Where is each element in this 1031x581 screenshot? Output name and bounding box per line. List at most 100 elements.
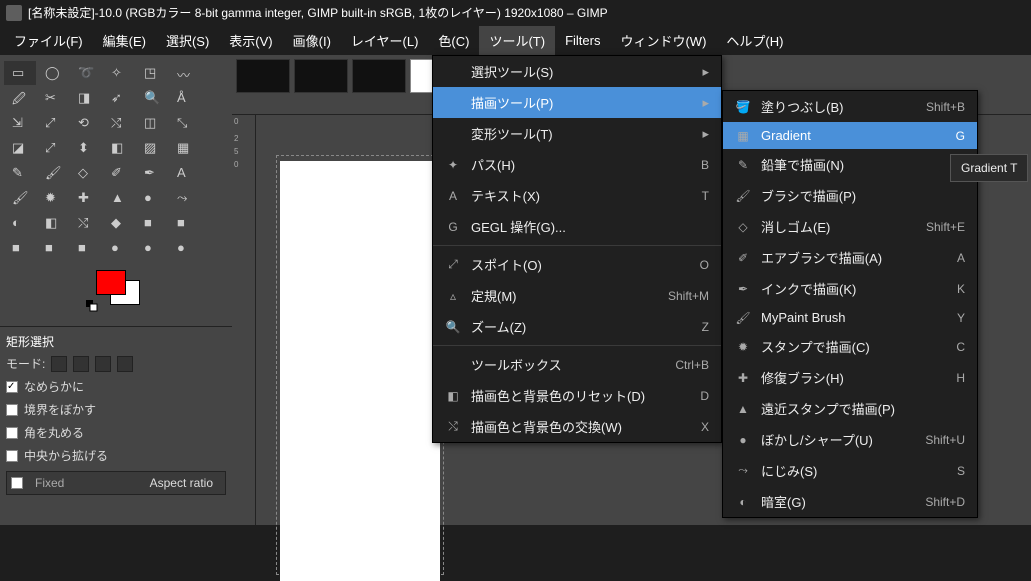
thumbnail[interactable] bbox=[294, 59, 348, 93]
tool-button[interactable]: ✧ bbox=[103, 61, 135, 85]
menubar-item[interactable]: 編集(E) bbox=[93, 26, 156, 55]
tool-button[interactable]: ✹ bbox=[37, 186, 69, 210]
option-checkbox[interactable] bbox=[6, 427, 18, 439]
menu-item[interactable]: ✐エアブラシで描画(A)A bbox=[723, 242, 977, 273]
tool-button[interactable]: 🖌 bbox=[4, 186, 36, 210]
option-checkbox[interactable] bbox=[6, 381, 18, 393]
tool-button[interactable]: ⟲ bbox=[70, 111, 102, 135]
menu-item[interactable]: 選択ツール(S)▸ bbox=[433, 56, 721, 87]
menu-item[interactable]: ▲遠近スタンプで描画(P) bbox=[723, 393, 977, 424]
menu-item[interactable]: ✚修復ブラシ(H)H bbox=[723, 362, 977, 393]
tool-button[interactable]: ▲ bbox=[103, 186, 135, 210]
mode-subtract-button[interactable] bbox=[95, 356, 111, 372]
menu-item[interactable]: ⤢スポイト(O)O bbox=[433, 249, 721, 280]
tool-button[interactable]: ✐ bbox=[103, 161, 135, 185]
menubar-item[interactable]: ウィンドウ(W) bbox=[610, 26, 716, 55]
menu-item[interactable]: ◐暗室(G)Shift+D bbox=[723, 486, 977, 517]
option-checkbox[interactable] bbox=[6, 404, 18, 416]
tool-button[interactable]: A bbox=[169, 161, 201, 185]
menubar-item[interactable]: Filters bbox=[555, 28, 610, 53]
tool-button[interactable]: 🖌 bbox=[37, 161, 69, 185]
menu-item[interactable]: 🔍ズーム(Z)Z bbox=[433, 311, 721, 342]
menu-item[interactable]: ▦GradientG bbox=[723, 122, 977, 149]
tool-button[interactable]: ■ bbox=[37, 236, 69, 260]
tool-button[interactable]: ■ bbox=[70, 236, 102, 260]
tool-button[interactable]: ◪ bbox=[4, 136, 36, 160]
menu-item[interactable]: 🖌ブラシで描画(P) bbox=[723, 180, 977, 211]
menu-item[interactable]: 描画ツール(P)▸ bbox=[433, 87, 721, 118]
thumbnail[interactable] bbox=[352, 59, 406, 93]
tool-button[interactable]: ✂ bbox=[37, 86, 69, 110]
menubar-item[interactable]: レイヤー(L) bbox=[341, 26, 429, 55]
menu-item[interactable]: ✦パス(H)B bbox=[433, 149, 721, 180]
menubar-item[interactable]: 色(C) bbox=[428, 26, 479, 55]
tool-button[interactable]: ● bbox=[136, 236, 168, 260]
tool-button[interactable]: ⤢ bbox=[37, 111, 69, 135]
canvas[interactable] bbox=[280, 161, 440, 581]
tool-button[interactable]: ◨ bbox=[70, 86, 102, 110]
tool-button[interactable]: 🖉 bbox=[4, 86, 36, 110]
tool-button[interactable]: ➰ bbox=[70, 61, 102, 85]
menubar-item[interactable]: ヘルプ(H) bbox=[716, 26, 793, 55]
menu-item[interactable]: ✹スタンプで描画(C)C bbox=[723, 331, 977, 362]
menubar-item[interactable]: ファイル(F) bbox=[4, 26, 93, 55]
tool-button[interactable]: ◆ bbox=[103, 211, 135, 235]
tool-button[interactable]: ● bbox=[169, 236, 201, 260]
default-colors-icon[interactable] bbox=[86, 300, 98, 312]
tool-button[interactable]: ◧ bbox=[37, 211, 69, 235]
tool-button[interactable]: 〰 bbox=[169, 61, 201, 85]
tool-button[interactable]: ⤭ bbox=[103, 111, 135, 135]
tool-button[interactable]: ✎ bbox=[4, 161, 36, 185]
tool-button[interactable]: ⤢ bbox=[37, 136, 69, 160]
menu-item[interactable]: ツールボックスCtrl+B bbox=[433, 349, 721, 380]
mode-replace-button[interactable] bbox=[51, 356, 67, 372]
tool-button[interactable]: ● bbox=[103, 236, 135, 260]
tool-button[interactable]: ◧ bbox=[103, 136, 135, 160]
menubar-item[interactable]: ツール(T) bbox=[479, 26, 555, 55]
menubar-item[interactable]: 表示(V) bbox=[219, 26, 282, 55]
menu-item[interactable]: 🖌MyPaint BrushY bbox=[723, 304, 977, 331]
tool-button[interactable]: ▭ bbox=[4, 61, 36, 85]
menu-item[interactable]: ⤭描画色と背景色の交換(W)X bbox=[433, 411, 721, 442]
tool-button[interactable]: ◇ bbox=[70, 161, 102, 185]
menu-item[interactable]: ⤳にじみ(S)S bbox=[723, 455, 977, 486]
tool-button[interactable]: ✚ bbox=[70, 186, 102, 210]
tool-button[interactable]: ➶ bbox=[103, 86, 135, 110]
menu-item[interactable]: ◧描画色と背景色のリセット(D)D bbox=[433, 380, 721, 411]
menu-item[interactable]: GGEGL 操作(G)... bbox=[433, 211, 721, 242]
menu-item[interactable]: ●ぼかし/シャープ(U)Shift+U bbox=[723, 424, 977, 455]
mode-intersect-button[interactable] bbox=[117, 356, 133, 372]
tool-button[interactable]: ◯ bbox=[37, 61, 69, 85]
tool-button[interactable]: ◐ bbox=[4, 211, 36, 235]
tool-button[interactable]: ▦ bbox=[169, 136, 201, 160]
tool-button[interactable]: ◳ bbox=[136, 61, 168, 85]
option-checkbox[interactable] bbox=[6, 450, 18, 462]
tool-button[interactable]: Å bbox=[169, 86, 201, 110]
menubar-item[interactable]: 選択(S) bbox=[156, 26, 219, 55]
mode-add-button[interactable] bbox=[73, 356, 89, 372]
tool-button[interactable]: ⤭ bbox=[70, 211, 102, 235]
menu-item[interactable]: ▵定規(M)Shift+M bbox=[433, 280, 721, 311]
thumbnail[interactable] bbox=[236, 59, 290, 93]
menu-item[interactable]: Aテキスト(X)T bbox=[433, 180, 721, 211]
menu-item[interactable]: ◇消しゴム(E)Shift+E bbox=[723, 211, 977, 242]
menu-item[interactable]: ✎鉛筆で描画(N) bbox=[723, 149, 977, 180]
fixed-checkbox[interactable] bbox=[11, 477, 23, 489]
menu-item[interactable]: 🪣塗りつぶし(B)Shift+B bbox=[723, 91, 977, 122]
tool-button[interactable]: ◫ bbox=[136, 111, 168, 135]
menu-item[interactable]: ✒インクで描画(K)K bbox=[723, 273, 977, 304]
menu-item[interactable]: 変形ツール(T)▸ bbox=[433, 118, 721, 149]
tool-button[interactable]: ⤳ bbox=[169, 186, 201, 210]
tool-button[interactable]: ■ bbox=[169, 211, 201, 235]
foreground-color[interactable] bbox=[96, 270, 126, 295]
tool-button[interactable]: ▨ bbox=[136, 136, 168, 160]
tool-button[interactable]: 🔍 bbox=[136, 86, 168, 110]
tool-button[interactable]: ⬍ bbox=[70, 136, 102, 160]
tool-button[interactable]: ✒ bbox=[136, 161, 168, 185]
tool-button[interactable]: ■ bbox=[4, 236, 36, 260]
tool-button[interactable]: ⤡ bbox=[169, 111, 201, 135]
menubar-item[interactable]: 画像(I) bbox=[283, 26, 341, 55]
tool-button[interactable]: ● bbox=[136, 186, 168, 210]
tool-button[interactable]: ⇲ bbox=[4, 111, 36, 135]
tool-button[interactable]: ■ bbox=[136, 211, 168, 235]
